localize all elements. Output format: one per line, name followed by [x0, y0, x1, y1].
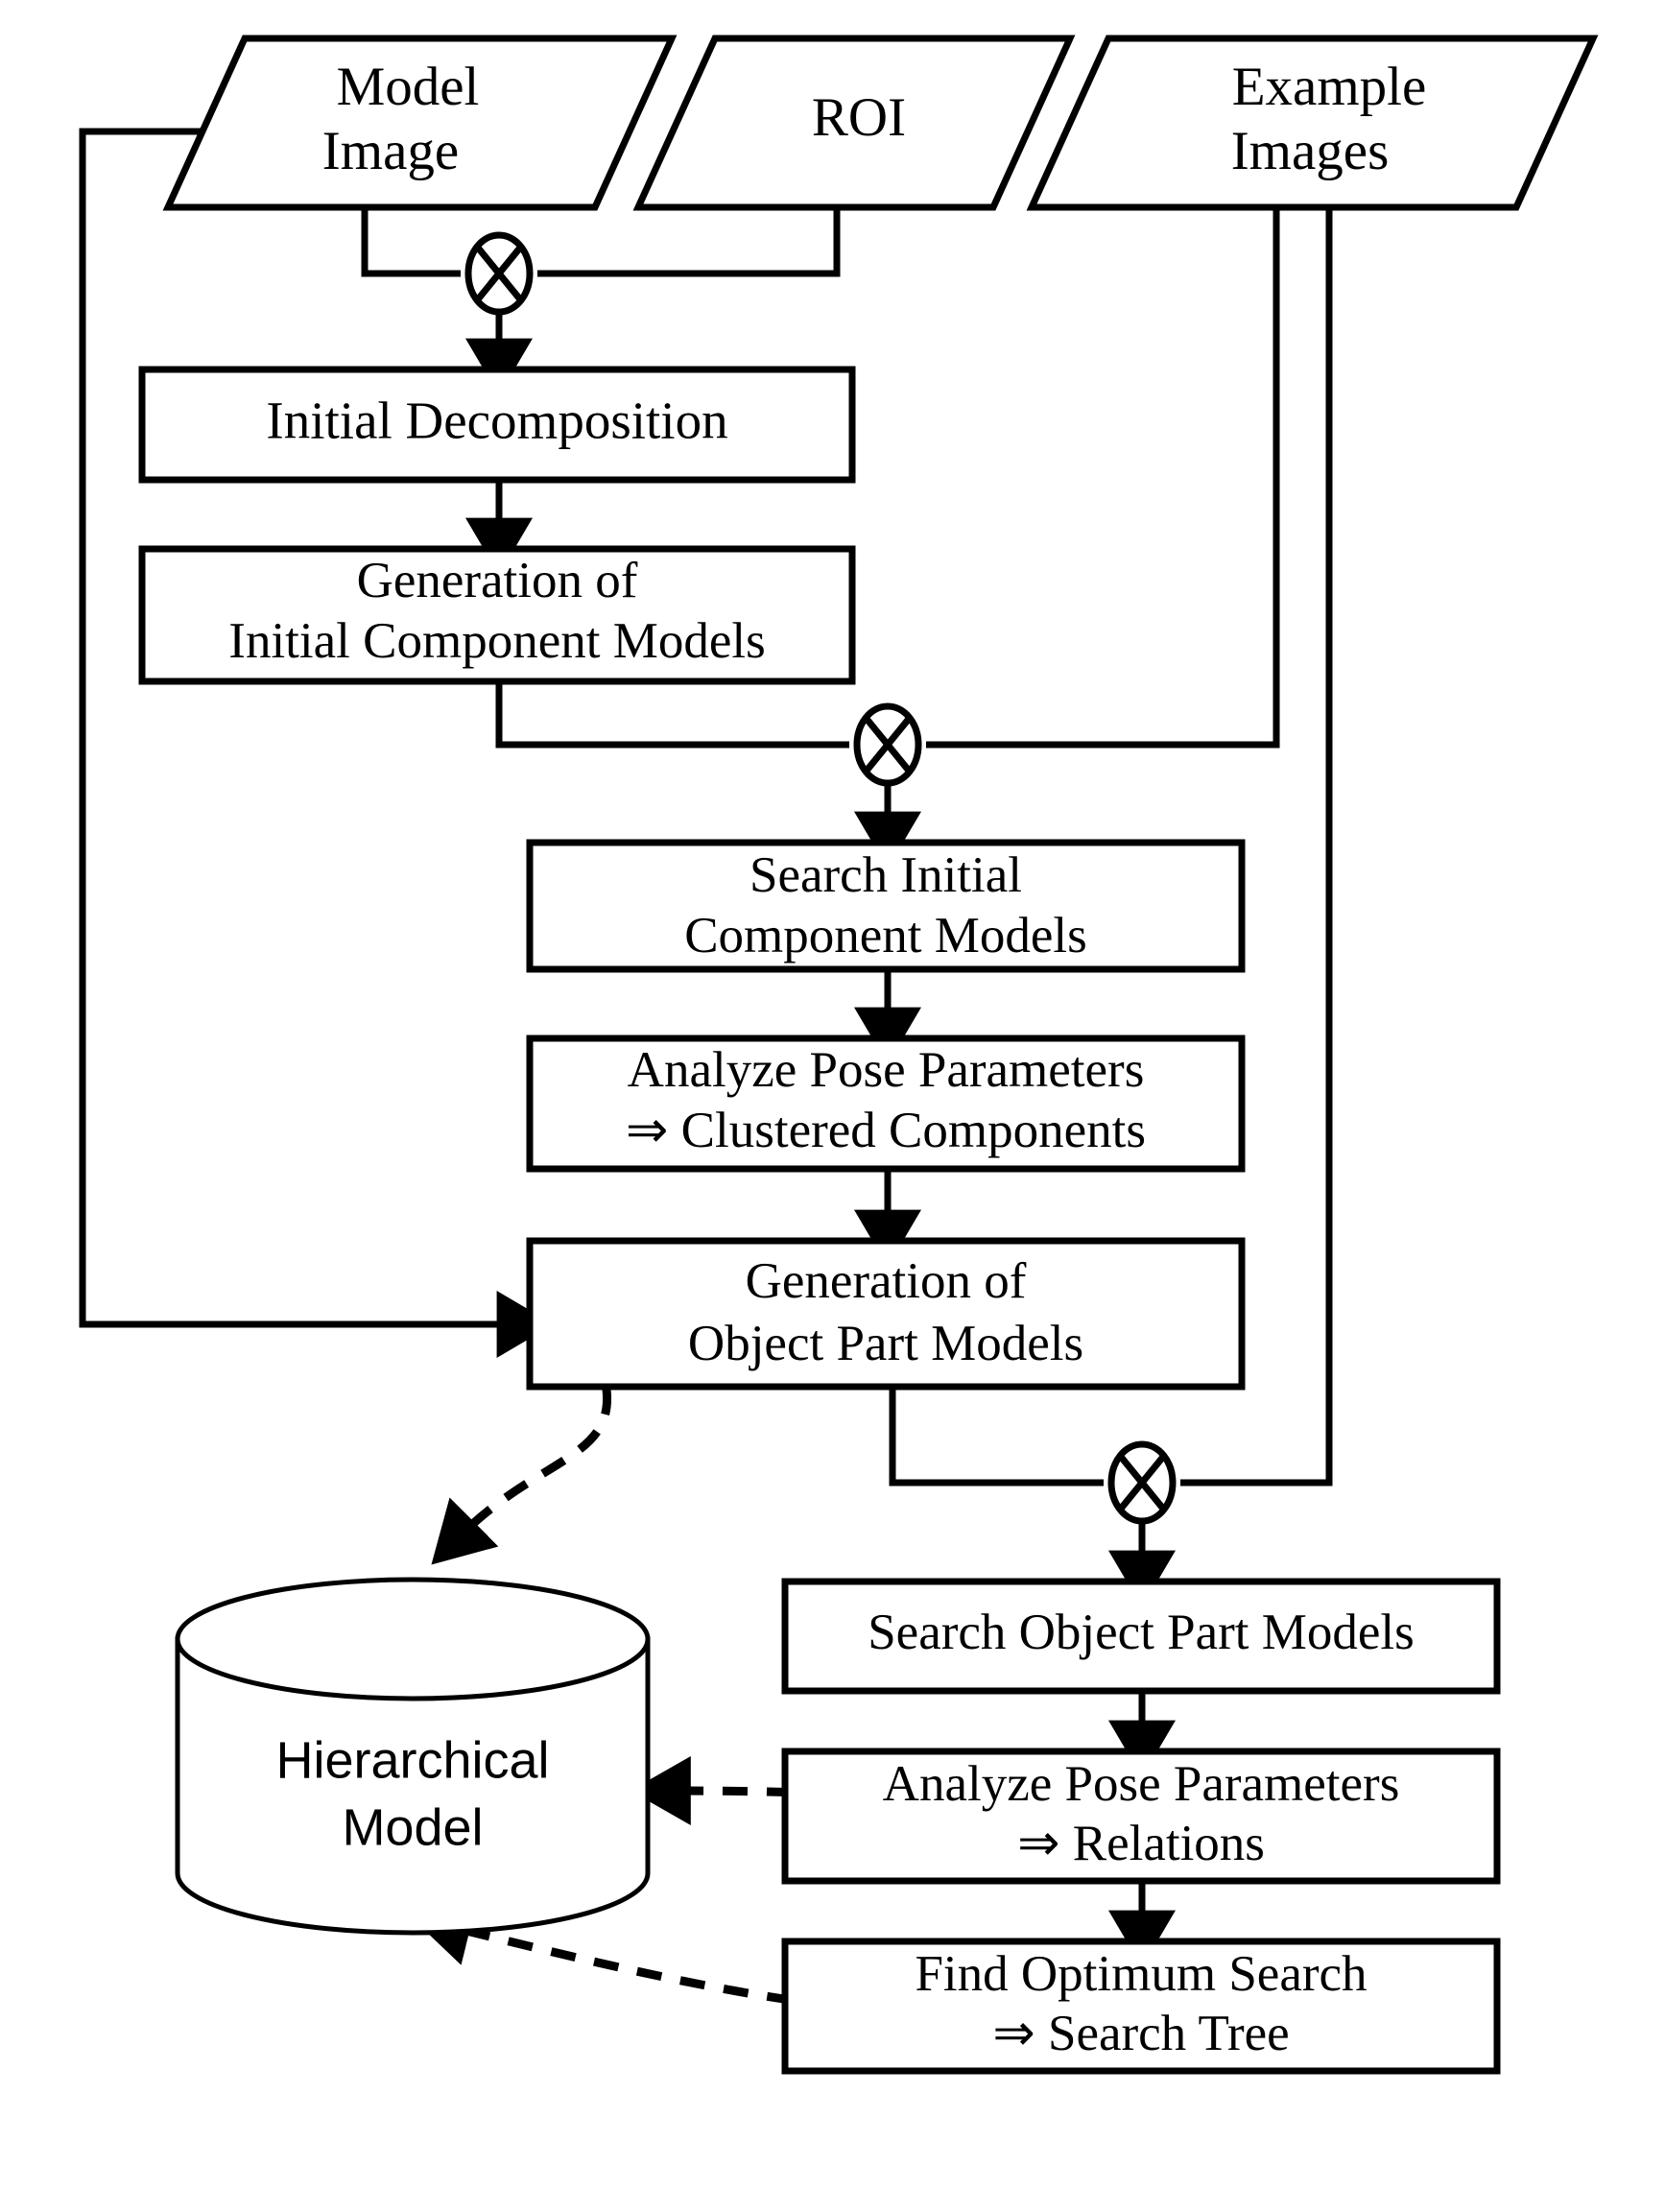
search-object-part-label-line1: Search Object Part Models: [868, 1605, 1415, 1660]
connector-generation-initial-to-xor2: [495, 681, 849, 749]
flowchart-svg: Model Image ROI Example Images Initial D…: [79, 35, 1599, 2075]
node-analyze-pose-parameters-relations[interactable]: Analyze Pose Parameters ⇒ Relations: [781, 1748, 1501, 1885]
connector-dashed-object-part-to-hierarchical: [431, 1389, 612, 1565]
node-generation-initial-component-models[interactable]: Generation of Initial Component Models: [138, 545, 856, 685]
analyze-clustered-label-line1: Analyze Pose Parameters: [628, 1042, 1145, 1098]
generation-initial-label-line2: Initial Component Models: [228, 613, 765, 669]
initial-decomposition-label-line1: Initial Decomposition: [266, 392, 727, 450]
node-generation-object-part-models[interactable]: Generation of Object Part Models: [526, 1237, 1246, 1391]
xor-junction-2: [853, 702, 922, 787]
generation-object-part-label-line2: Object Part Models: [688, 1316, 1083, 1371]
node-analyze-pose-parameters-clustered[interactable]: Analyze Pose Parameters ⇒ Clustered Comp…: [526, 1035, 1246, 1173]
xor-junction-1: [464, 231, 534, 316]
connector-feedback-left: [79, 128, 555, 1358]
example-images-label-line1: Example: [1232, 57, 1427, 117]
search-initial-label-line2: Component Models: [684, 908, 1087, 963]
generation-initial-label-line1: Generation of: [357, 553, 638, 608]
connector-example-images-to-xor2: [926, 207, 1280, 749]
connector-roi-to-xor1: [537, 207, 841, 277]
example-images-label-line2: Images: [1231, 121, 1390, 181]
find-optimum-label-line2: ⇒ Search Tree: [992, 2006, 1289, 2061]
search-initial-label-line1: Search Initial: [749, 847, 1022, 903]
analyze-clustered-label-line2: ⇒ Clustered Components: [626, 1103, 1146, 1158]
model-image-label-line2: Image: [322, 121, 459, 181]
node-model-image[interactable]: Model Image: [162, 35, 678, 211]
node-hierarchical-model[interactable]: Hierarchical Model: [175, 1577, 651, 1936]
node-search-initial-component-models[interactable]: Search Initial Component Models: [526, 839, 1246, 973]
node-initial-decomposition[interactable]: Initial Decomposition: [138, 366, 856, 484]
analyze-relations-label-line2: ⇒ Relations: [1017, 1816, 1265, 1871]
hierarchical-model-label-line2: Model: [342, 1798, 483, 1856]
generation-object-part-label-line1: Generation of: [746, 1253, 1027, 1309]
node-search-object-part-models[interactable]: Search Object Part Models: [781, 1578, 1501, 1695]
node-example-images[interactable]: Example Images: [1026, 35, 1599, 211]
node-find-optimum-search[interactable]: Find Optimum Search ⇒ Search Tree: [781, 1938, 1501, 2075]
find-optimum-label-line1: Find Optimum Search: [915, 1946, 1367, 2002]
hierarchical-model-label-line1: Hierarchical: [275, 1731, 549, 1789]
roi-label-line1: ROI: [812, 87, 906, 148]
analyze-relations-label-line1: Analyze Pose Parameters: [883, 1756, 1400, 1812]
model-image-label-line1: Model: [337, 57, 480, 117]
flowchart-canvas: Model Image ROI Example Images Initial D…: [0, 0, 1665, 2212]
hierarchical-model-cylinder-top: [175, 1577, 651, 1701]
connector-generation-object-part-to-xor3: [889, 1387, 1104, 1487]
xor-junction-3: [1107, 1440, 1177, 1525]
node-roi[interactable]: ROI: [632, 35, 1076, 211]
connector-model-image-to-xor1: [361, 207, 461, 277]
